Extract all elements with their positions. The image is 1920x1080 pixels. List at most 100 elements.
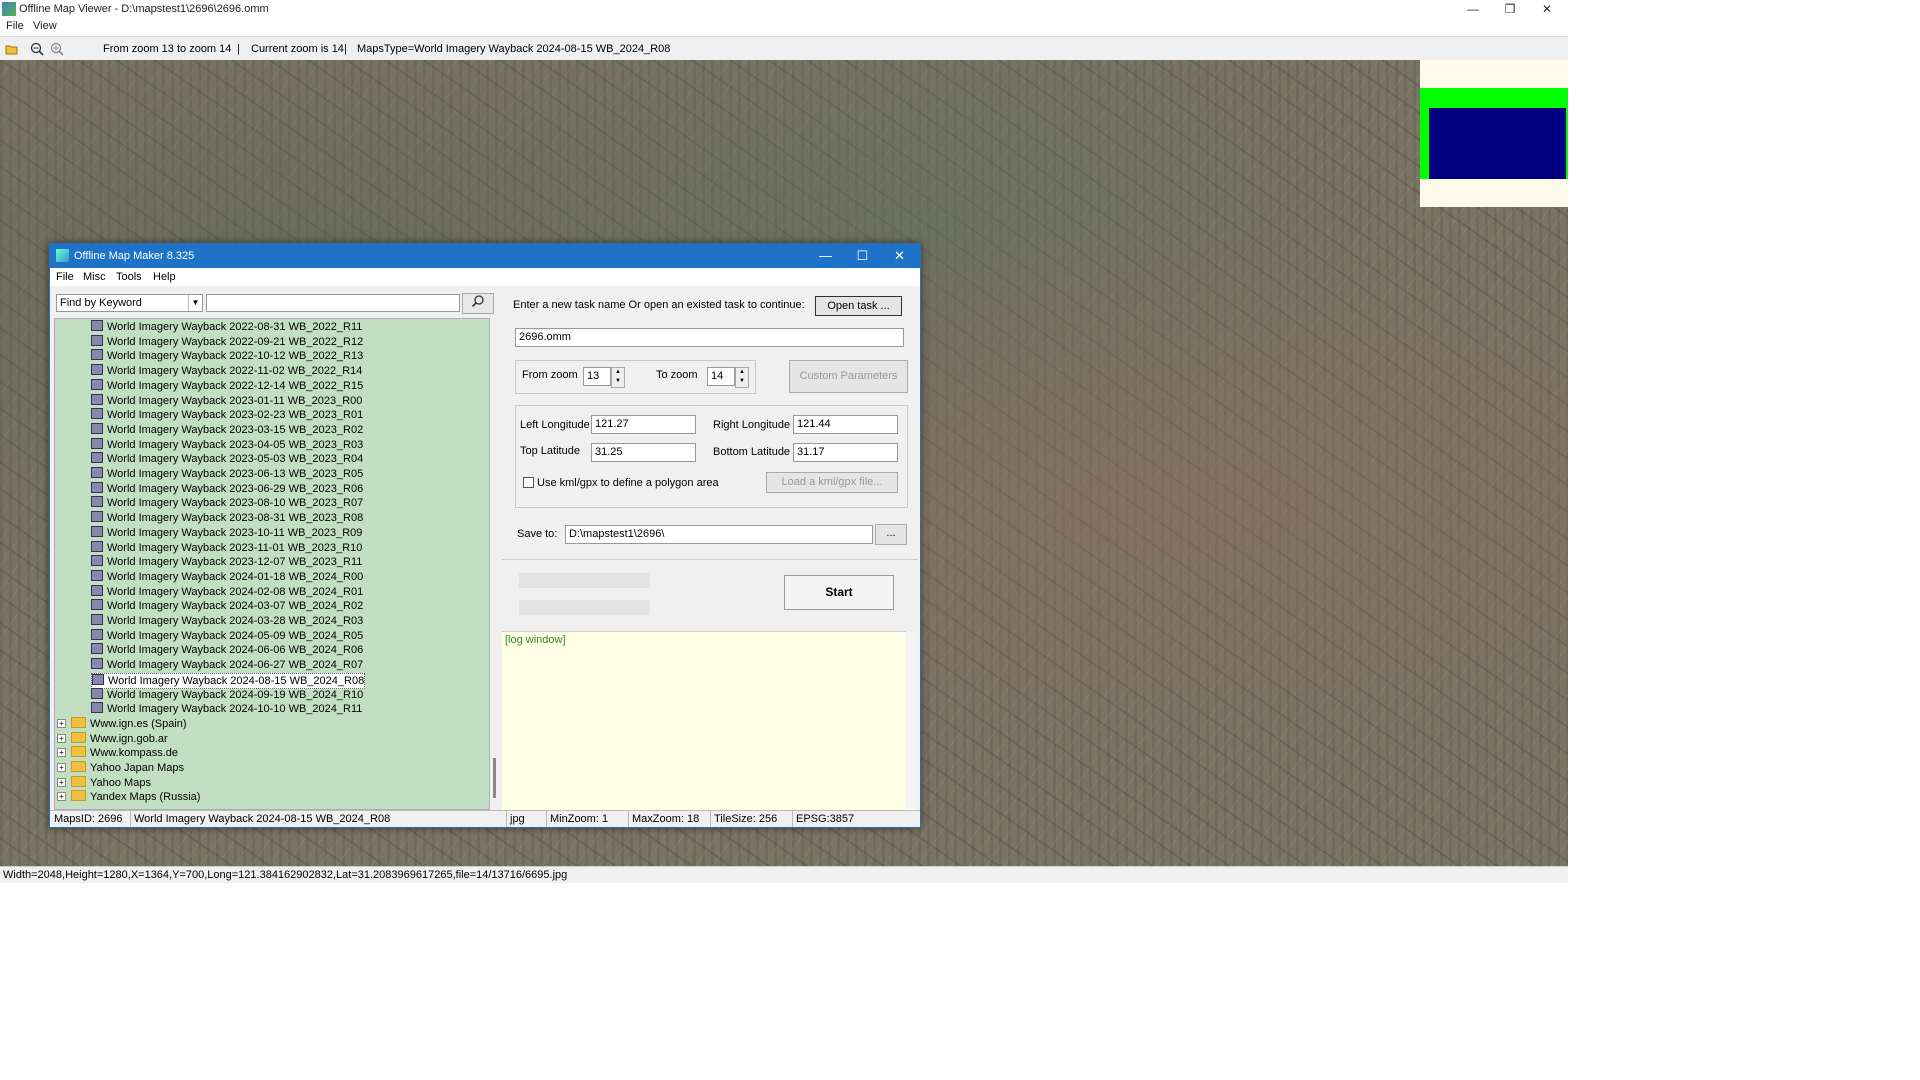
zoom-in-icon[interactable] — [50, 42, 64, 56]
tree-item[interactable]: World Imagery Wayback 2023-06-29 WB_2023… — [91, 481, 363, 497]
dialog-menu-help[interactable]: Help — [153, 271, 176, 283]
close-button[interactable]: ✕ — [1529, 0, 1565, 18]
tree-folder[interactable]: + Www.kompass.de — [57, 746, 178, 761]
tree-folder[interactable]: + Yandex Maps (Russia) — [57, 790, 200, 805]
search-input[interactable] — [206, 294, 460, 312]
tree-item[interactable]: World Imagery Wayback 2024-09-19 WB_2024… — [91, 687, 364, 703]
tree-item[interactable]: World Imagery Wayback 2024-10-10 WB_2024… — [91, 702, 362, 717]
kml-checkbox[interactable] — [523, 477, 534, 488]
tree-folder-label: Www.ign.gob.ar — [90, 732, 168, 745]
map-layer-icon — [91, 481, 103, 493]
tree-item[interactable]: World Imagery Wayback 2023-05-03 WB_2023… — [91, 452, 363, 467]
tree-item[interactable]: World Imagery Wayback 2024-06-27 WB_2024… — [91, 658, 363, 673]
tree-folder[interactable]: + Www.ign.es (Spain) — [57, 716, 187, 732]
expand-icon[interactable]: + — [57, 733, 66, 743]
log-scrollbar[interactable] — [906, 631, 918, 809]
minimize-button[interactable]: — — [1455, 0, 1491, 18]
tree-folder[interactable]: + Www.ign.gob.ar — [57, 731, 168, 747]
status-maps-id: MapsID: 2696 — [54, 813, 123, 825]
browse-button[interactable]: ... — [875, 524, 907, 545]
start-button[interactable]: Start — [784, 575, 894, 610]
bottom-latitude-input[interactable]: 31.17 — [793, 443, 898, 462]
tree-folder[interactable]: + Yahoo Maps — [57, 775, 151, 791]
dialog-menubar: File Misc Tools Help — [50, 268, 920, 286]
dialog-menu-tools[interactable]: Tools — [116, 271, 142, 283]
map-layer-icon — [91, 408, 103, 420]
left-longitude-input[interactable]: 121.27 — [591, 415, 696, 434]
to-zoom-input[interactable]: 14 — [707, 367, 735, 386]
tree-item-label: World Imagery Wayback 2022-11-02 WB_2022… — [107, 365, 363, 378]
tree-item[interactable]: World Imagery Wayback 2023-12-07 WB_2023… — [91, 555, 362, 570]
zoom-out-icon[interactable] — [30, 42, 44, 56]
custom-parameters-button[interactable]: Custom Parameters — [789, 360, 908, 393]
tree-scrollbar[interactable] — [490, 318, 500, 808]
tree-item[interactable]: World Imagery Wayback 2024-06-06 WB_2024… — [91, 643, 363, 658]
tree-folder[interactable]: + Yahoo Japan Maps — [57, 761, 184, 776]
top-latitude-input[interactable]: 31.25 — [591, 443, 696, 462]
tree-folder-label: Www.kompass.de — [90, 747, 179, 760]
maps-tree[interactable]: World Imagery Wayback 2022-08-31 WB_2022… — [54, 318, 490, 810]
save-path-input[interactable]: D:\mapstest1\2696\ — [565, 525, 873, 544]
maximize-button[interactable]: ❐ — [1492, 0, 1528, 18]
expand-icon[interactable]: + — [57, 777, 66, 787]
tree-item[interactable]: World Imagery Wayback 2024-05-09 WB_2024… — [91, 628, 363, 644]
tree-item[interactable]: World Imagery Wayback 2022-12-14 WB_2022… — [91, 378, 363, 394]
expand-icon[interactable]: + — [57, 748, 66, 758]
expand-icon[interactable]: + — [57, 763, 66, 772]
map-layer-icon — [91, 525, 103, 537]
menu-file[interactable]: File — [6, 20, 24, 32]
tree-item[interactable]: World Imagery Wayback 2023-04-05 WB_2023… — [91, 437, 363, 453]
map-layer-icon — [91, 687, 103, 699]
tree-item[interactable]: World Imagery Wayback 2024-02-08 WB_2024… — [91, 584, 363, 600]
load-kml-button[interactable]: Load a kml/gpx file... — [766, 472, 898, 493]
to-zoom-spinner[interactable]: ▲ ▼ — [735, 367, 749, 388]
tree-item[interactable]: World Imagery Wayback 2023-08-10 WB_2023… — [91, 496, 363, 511]
tree-item[interactable]: World Imagery Wayback 2023-01-11 WB_2023… — [91, 393, 362, 409]
from-zoom-input[interactable]: 13 — [583, 367, 611, 386]
from-zoom-spinner[interactable]: ▲ ▼ — [611, 367, 625, 388]
dialog-minimize-button[interactable]: — — [807, 244, 844, 268]
dialog-menu-misc[interactable]: Misc — [83, 271, 106, 283]
tree-item[interactable]: World Imagery Wayback 2022-08-31 WB_2022… — [91, 320, 362, 335]
map-layer-icon — [91, 422, 103, 434]
log-window[interactable]: [log window] — [502, 631, 918, 812]
tree-item-label: World Imagery Wayback 2024-09-19 WB_2024… — [107, 688, 364, 701]
expand-icon[interactable]: + — [57, 718, 66, 728]
tree-item[interactable]: World Imagery Wayback 2024-03-07 WB_2024… — [91, 599, 363, 614]
menu-view[interactable]: View — [33, 20, 57, 32]
dialog-maximize-button[interactable]: ☐ — [844, 244, 881, 268]
left-longitude-value: 121.27 — [595, 418, 629, 430]
search-button[interactable] — [462, 293, 494, 314]
tree-item[interactable]: World Imagery Wayback 2023-06-13 WB_2023… — [91, 467, 363, 482]
tree-item[interactable]: World Imagery Wayback 2022-10-12 WB_2022… — [91, 349, 363, 364]
tree-item-label: World Imagery Wayback 2024-03-07 WB_2024… — [107, 600, 364, 613]
progress-bar-current — [519, 600, 650, 615]
tree-item-label: World Imagery Wayback 2023-08-31 WB_2023… — [107, 512, 364, 525]
map-layer-icon — [91, 511, 103, 523]
tree-item[interactable]: World Imagery Wayback 2024-01-18 WB_2024… — [91, 569, 363, 585]
task-name-input[interactable]: 2696.omm — [515, 328, 904, 347]
tree-item[interactable]: World Imagery Wayback 2024-03-28 WB_2024… — [91, 614, 363, 629]
tree-item[interactable]: World Imagery Wayback 2023-10-11 WB_2023… — [91, 525, 362, 541]
tree-item[interactable]: World Imagery Wayback 2023-11-01 WB_2023… — [91, 540, 362, 556]
dialog-close-button[interactable]: ✕ — [881, 244, 918, 268]
tree-item-label: World Imagery Wayback 2023-02-23 WB_2023… — [107, 409, 364, 422]
tree-item[interactable]: World Imagery Wayback 2022-09-21 WB_2022… — [91, 334, 363, 350]
tree-folder-label: Www.ign.es (Spain) — [90, 717, 187, 730]
expand-icon[interactable]: + — [57, 792, 66, 802]
tree-item[interactable]: World Imagery Wayback 2023-02-23 WB_2023… — [91, 408, 363, 423]
tree-item[interactable]: World Imagery Wayback 2023-03-15 WB_2023… — [91, 422, 363, 438]
right-longitude-input[interactable]: 121.44 — [793, 415, 898, 434]
folder-open-icon[interactable] — [5, 42, 19, 56]
dialog-menu-file[interactable]: File — [56, 271, 74, 283]
tree-item-label: World Imagery Wayback 2024-10-10 WB_2024… — [107, 703, 363, 716]
to-zoom-value: 14 — [711, 370, 724, 382]
search-mode-select[interactable]: Find by Keyword ▼ — [56, 294, 203, 312]
open-task-button[interactable]: Open task ... — [815, 296, 902, 316]
tree-item[interactable]: World Imagery Wayback 2022-11-02 WB_2022… — [91, 364, 362, 379]
tree-item[interactable]: World Imagery Wayback 2023-08-31 WB_2023… — [91, 511, 363, 526]
tree-folder-label: Yahoo Japan Maps — [90, 762, 184, 774]
minimap[interactable] — [1420, 60, 1568, 207]
scrollbar-thumb[interactable] — [493, 758, 496, 798]
status-min-zoom: MinZoom: 1 — [550, 813, 609, 825]
